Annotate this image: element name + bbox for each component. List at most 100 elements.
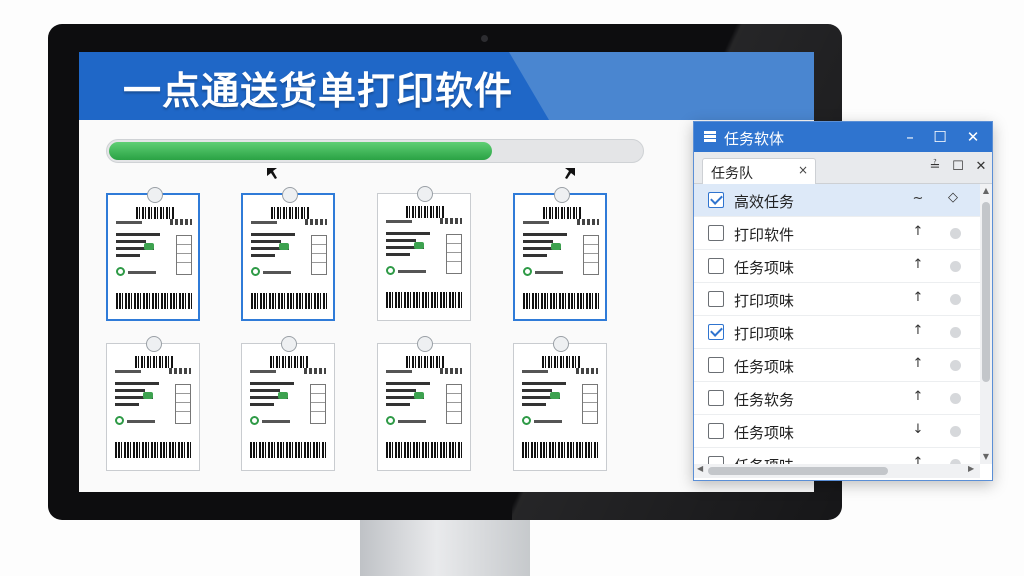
task-row[interactable]: 高效任务 ~ ◇	[694, 184, 980, 217]
task-checkbox[interactable]	[708, 291, 724, 307]
scroll-down-icon[interactable]: ▼	[980, 452, 992, 461]
priority-arrow-icon[interactable]: ↑	[910, 323, 926, 338]
task-checkbox[interactable]	[708, 225, 724, 241]
priority-arrow-icon[interactable]: ↑	[910, 455, 926, 464]
task-window-titlebar[interactable]: 任务软体 – ☐ ✕	[694, 122, 992, 152]
scroll-right-icon[interactable]: ▶	[968, 464, 974, 473]
label-text-line	[250, 370, 276, 373]
drag-handle-icon[interactable]	[417, 336, 433, 352]
barcode-icon	[271, 207, 309, 219]
label-table-block	[446, 384, 462, 424]
priority-arrow-icon[interactable]: ~	[910, 191, 926, 206]
status-ring-icon	[522, 416, 531, 425]
shipping-label-thumbnail[interactable]	[241, 187, 335, 321]
task-row[interactable]: 任务项味 ↑	[694, 349, 980, 382]
tab-menu-button[interactable]: ≟	[926, 158, 944, 176]
priority-arrow-icon[interactable]: ↑	[910, 389, 926, 404]
drag-handle-icon[interactable]	[146, 336, 162, 352]
shipping-label-thumbnail[interactable]	[377, 186, 471, 321]
task-window[interactable]: 任务软体 – ☐ ✕ 任务队 × ≟ ☐ ✕ 高效任务 ~ ◇ 打印软件 ↑ 任务项味 ↑ 打…	[693, 121, 993, 481]
status-dot-icon[interactable]	[950, 294, 961, 305]
label-text-line	[251, 221, 277, 224]
drag-handle-icon[interactable]	[553, 336, 569, 352]
label-text-line	[523, 221, 549, 224]
tab-close-button[interactable]: ✕	[972, 158, 990, 176]
maximize-button[interactable]: ☐	[929, 126, 951, 148]
minimize-button[interactable]: –	[899, 126, 921, 148]
task-checkbox[interactable]	[708, 192, 724, 208]
label-table-block	[176, 235, 192, 275]
shipping-label-thumbnail[interactable]	[377, 336, 471, 471]
task-row[interactable]: 打印项味 ↑	[694, 316, 980, 349]
task-name: 打印项味	[734, 325, 795, 343]
priority-arrow-icon[interactable]: ↑	[910, 290, 926, 305]
drag-handle-icon[interactable]	[417, 186, 433, 202]
status-dot-icon[interactable]	[950, 327, 961, 338]
task-row[interactable]: 任务项味 ↑	[694, 250, 980, 283]
barcode-icon	[135, 356, 173, 368]
status-dot-icon[interactable]	[950, 360, 961, 371]
status-dot-icon[interactable]	[950, 261, 961, 272]
task-name: 任务项味	[734, 424, 795, 442]
priority-arrow-icon[interactable]: ↑	[910, 224, 926, 239]
checkmark-badge-icon	[414, 392, 424, 399]
drag-handle-icon[interactable]	[281, 336, 297, 352]
horizontal-scrollbar[interactable]: ◀ ▶	[694, 464, 980, 478]
task-row[interactable]: 任务项味 ↓	[694, 415, 980, 448]
barcode-icon	[270, 356, 308, 368]
shipping-label-thumbnail[interactable]	[513, 187, 607, 321]
checkmark-badge-icon	[550, 392, 560, 399]
scroll-left-icon[interactable]: ◀	[697, 464, 703, 473]
tab-task-queue[interactable]: 任务队 ×	[702, 158, 816, 184]
scroll-up-icon[interactable]: ▲	[980, 186, 992, 195]
checkmark-badge-icon	[278, 392, 288, 399]
checkmark-badge-icon	[144, 243, 154, 250]
priority-arrow-icon[interactable]: ↑	[910, 257, 926, 272]
tab-close-icon[interactable]: ×	[798, 163, 808, 177]
shipping-label-thumbnail[interactable]	[513, 336, 607, 471]
task-row[interactable]: 打印项味 ↑	[694, 283, 980, 316]
status-ring-icon	[250, 416, 259, 425]
shipping-label-thumbnail[interactable]	[106, 187, 200, 321]
label-text-line	[263, 271, 291, 274]
drag-handle-icon[interactable]	[282, 187, 298, 203]
webcam-icon	[481, 35, 488, 42]
vertical-scrollbar[interactable]: ▲ ▼	[980, 184, 992, 464]
status-dot-icon[interactable]	[950, 426, 961, 437]
task-checkbox[interactable]	[708, 258, 724, 274]
drag-handle-icon[interactable]	[147, 187, 163, 203]
barcode-icon	[542, 356, 580, 368]
tab-restore-button[interactable]: ☐	[949, 158, 967, 176]
horizontal-scroll-thumb[interactable]	[708, 467, 888, 475]
barcode-icon	[523, 293, 599, 309]
status-dot-icon[interactable]	[950, 393, 961, 404]
status-dot-icon[interactable]	[950, 228, 961, 239]
checkmark-badge-icon	[414, 242, 424, 249]
task-name: 打印软件	[734, 226, 795, 244]
task-row[interactable]: 任务项味 ↑	[694, 448, 980, 464]
task-name: 任务项味	[734, 358, 795, 376]
task-checkbox[interactable]	[708, 390, 724, 406]
label-text-line	[170, 219, 192, 225]
barcode-icon	[522, 442, 598, 458]
close-button[interactable]: ✕	[962, 126, 984, 148]
priority-arrow-icon[interactable]: ↓	[910, 422, 926, 437]
label-text-line	[577, 219, 599, 225]
task-checkbox[interactable]	[708, 456, 724, 464]
task-checkbox[interactable]	[708, 423, 724, 439]
label-text-line	[398, 420, 426, 423]
shipping-label-thumbnail[interactable]	[106, 336, 200, 471]
vertical-scroll-thumb[interactable]	[982, 202, 990, 382]
priority-arrow-icon[interactable]: ↑	[910, 356, 926, 371]
barcode-icon	[386, 442, 462, 458]
task-checkbox[interactable]	[708, 357, 724, 373]
task-row[interactable]: 任务软务 ↑	[694, 382, 980, 415]
label-text-line	[127, 420, 155, 423]
task-checkbox[interactable]	[708, 324, 724, 340]
print-progress-fill	[109, 142, 492, 160]
diamond-icon[interactable]: ◇	[948, 190, 958, 205]
label-text-line	[128, 271, 156, 274]
drag-handle-icon[interactable]	[554, 187, 570, 203]
task-row[interactable]: 打印软件 ↑	[694, 217, 980, 250]
shipping-label-thumbnail[interactable]	[241, 336, 335, 471]
